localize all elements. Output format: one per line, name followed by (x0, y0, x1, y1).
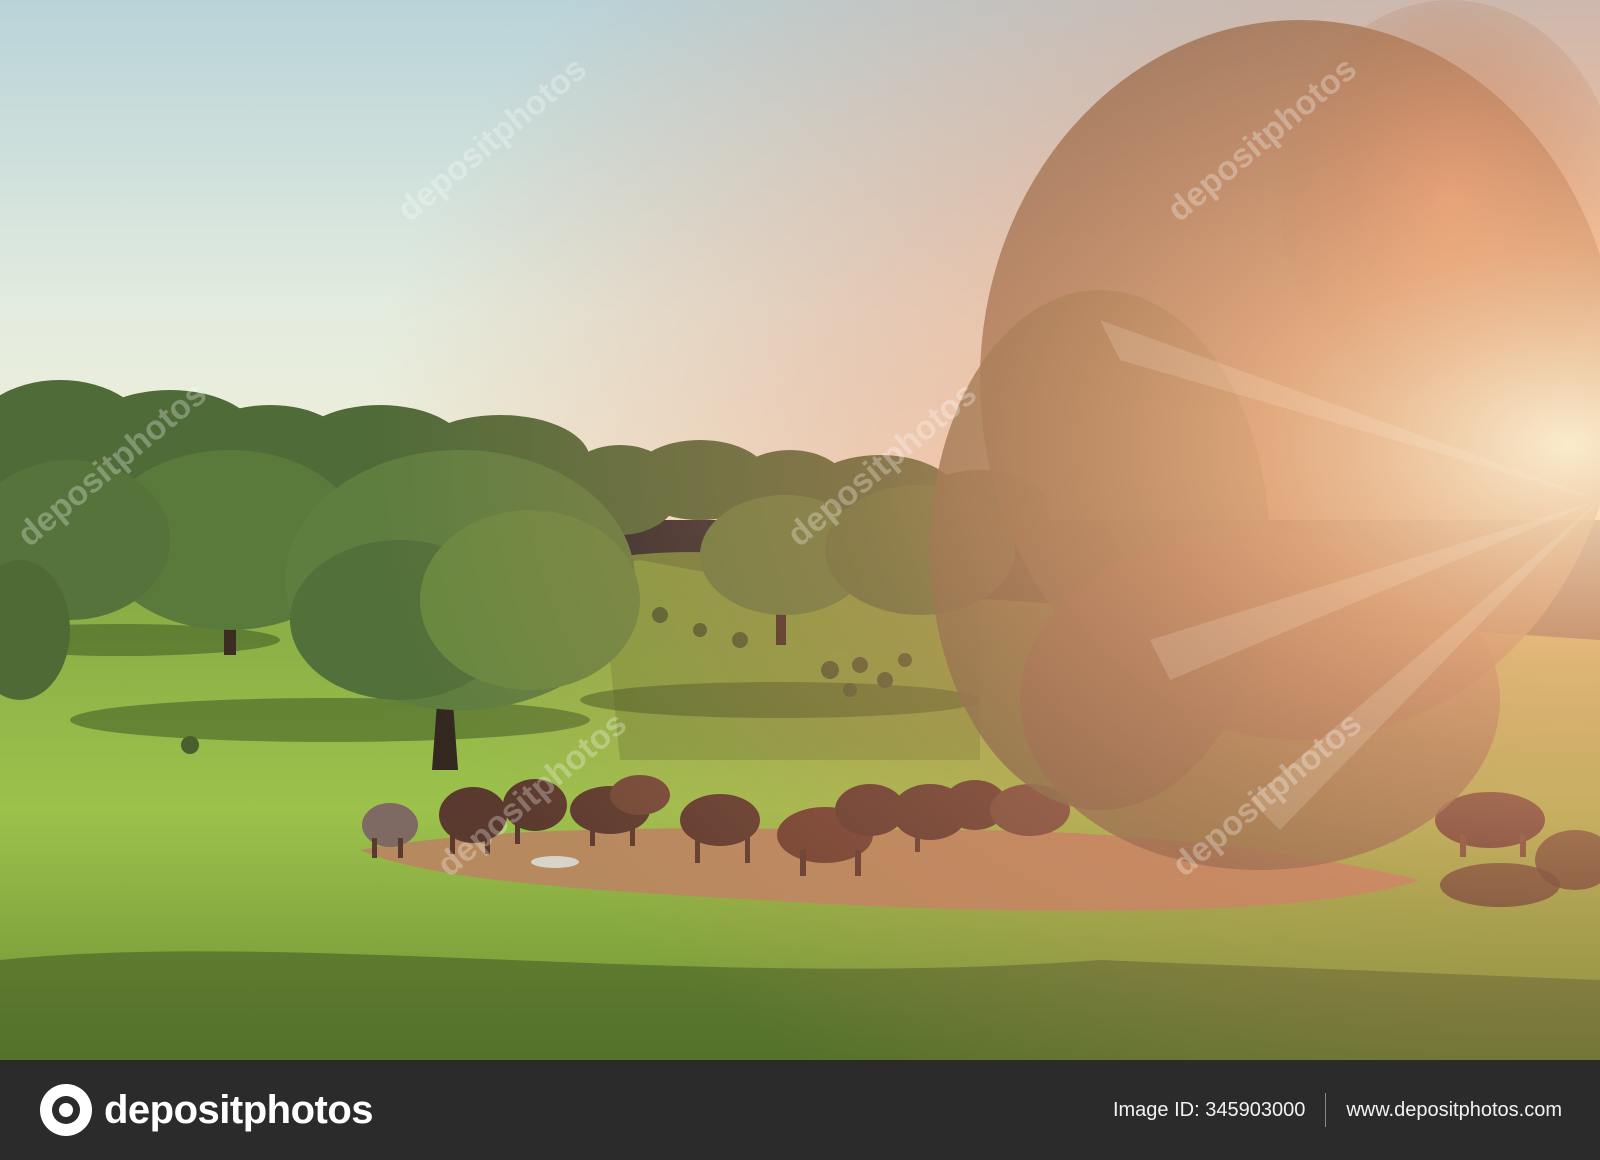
image-id: Image ID: 345903000 (1112, 1098, 1306, 1121)
stock-photo: depositphotos depositphotos depositphoto… (0, 0, 1600, 1060)
pasture-scene (0, 0, 1600, 1060)
footer-bar: depositphotos Image ID: 345903000 www.de… (0, 1060, 1600, 1160)
divider (1325, 1093, 1327, 1127)
site-link[interactable]: www.depositphotos.com (1346, 1099, 1562, 1122)
camera-lens-icon (40, 1084, 92, 1136)
image-meta: Image ID: 345903000 www.depositphotos.co… (1113, 1060, 1562, 1160)
logo-text: depositphotos (104, 1087, 374, 1132)
sun-flare (0, 0, 1600, 1060)
depositphotos-logo[interactable]: depositphotos (40, 1082, 374, 1138)
